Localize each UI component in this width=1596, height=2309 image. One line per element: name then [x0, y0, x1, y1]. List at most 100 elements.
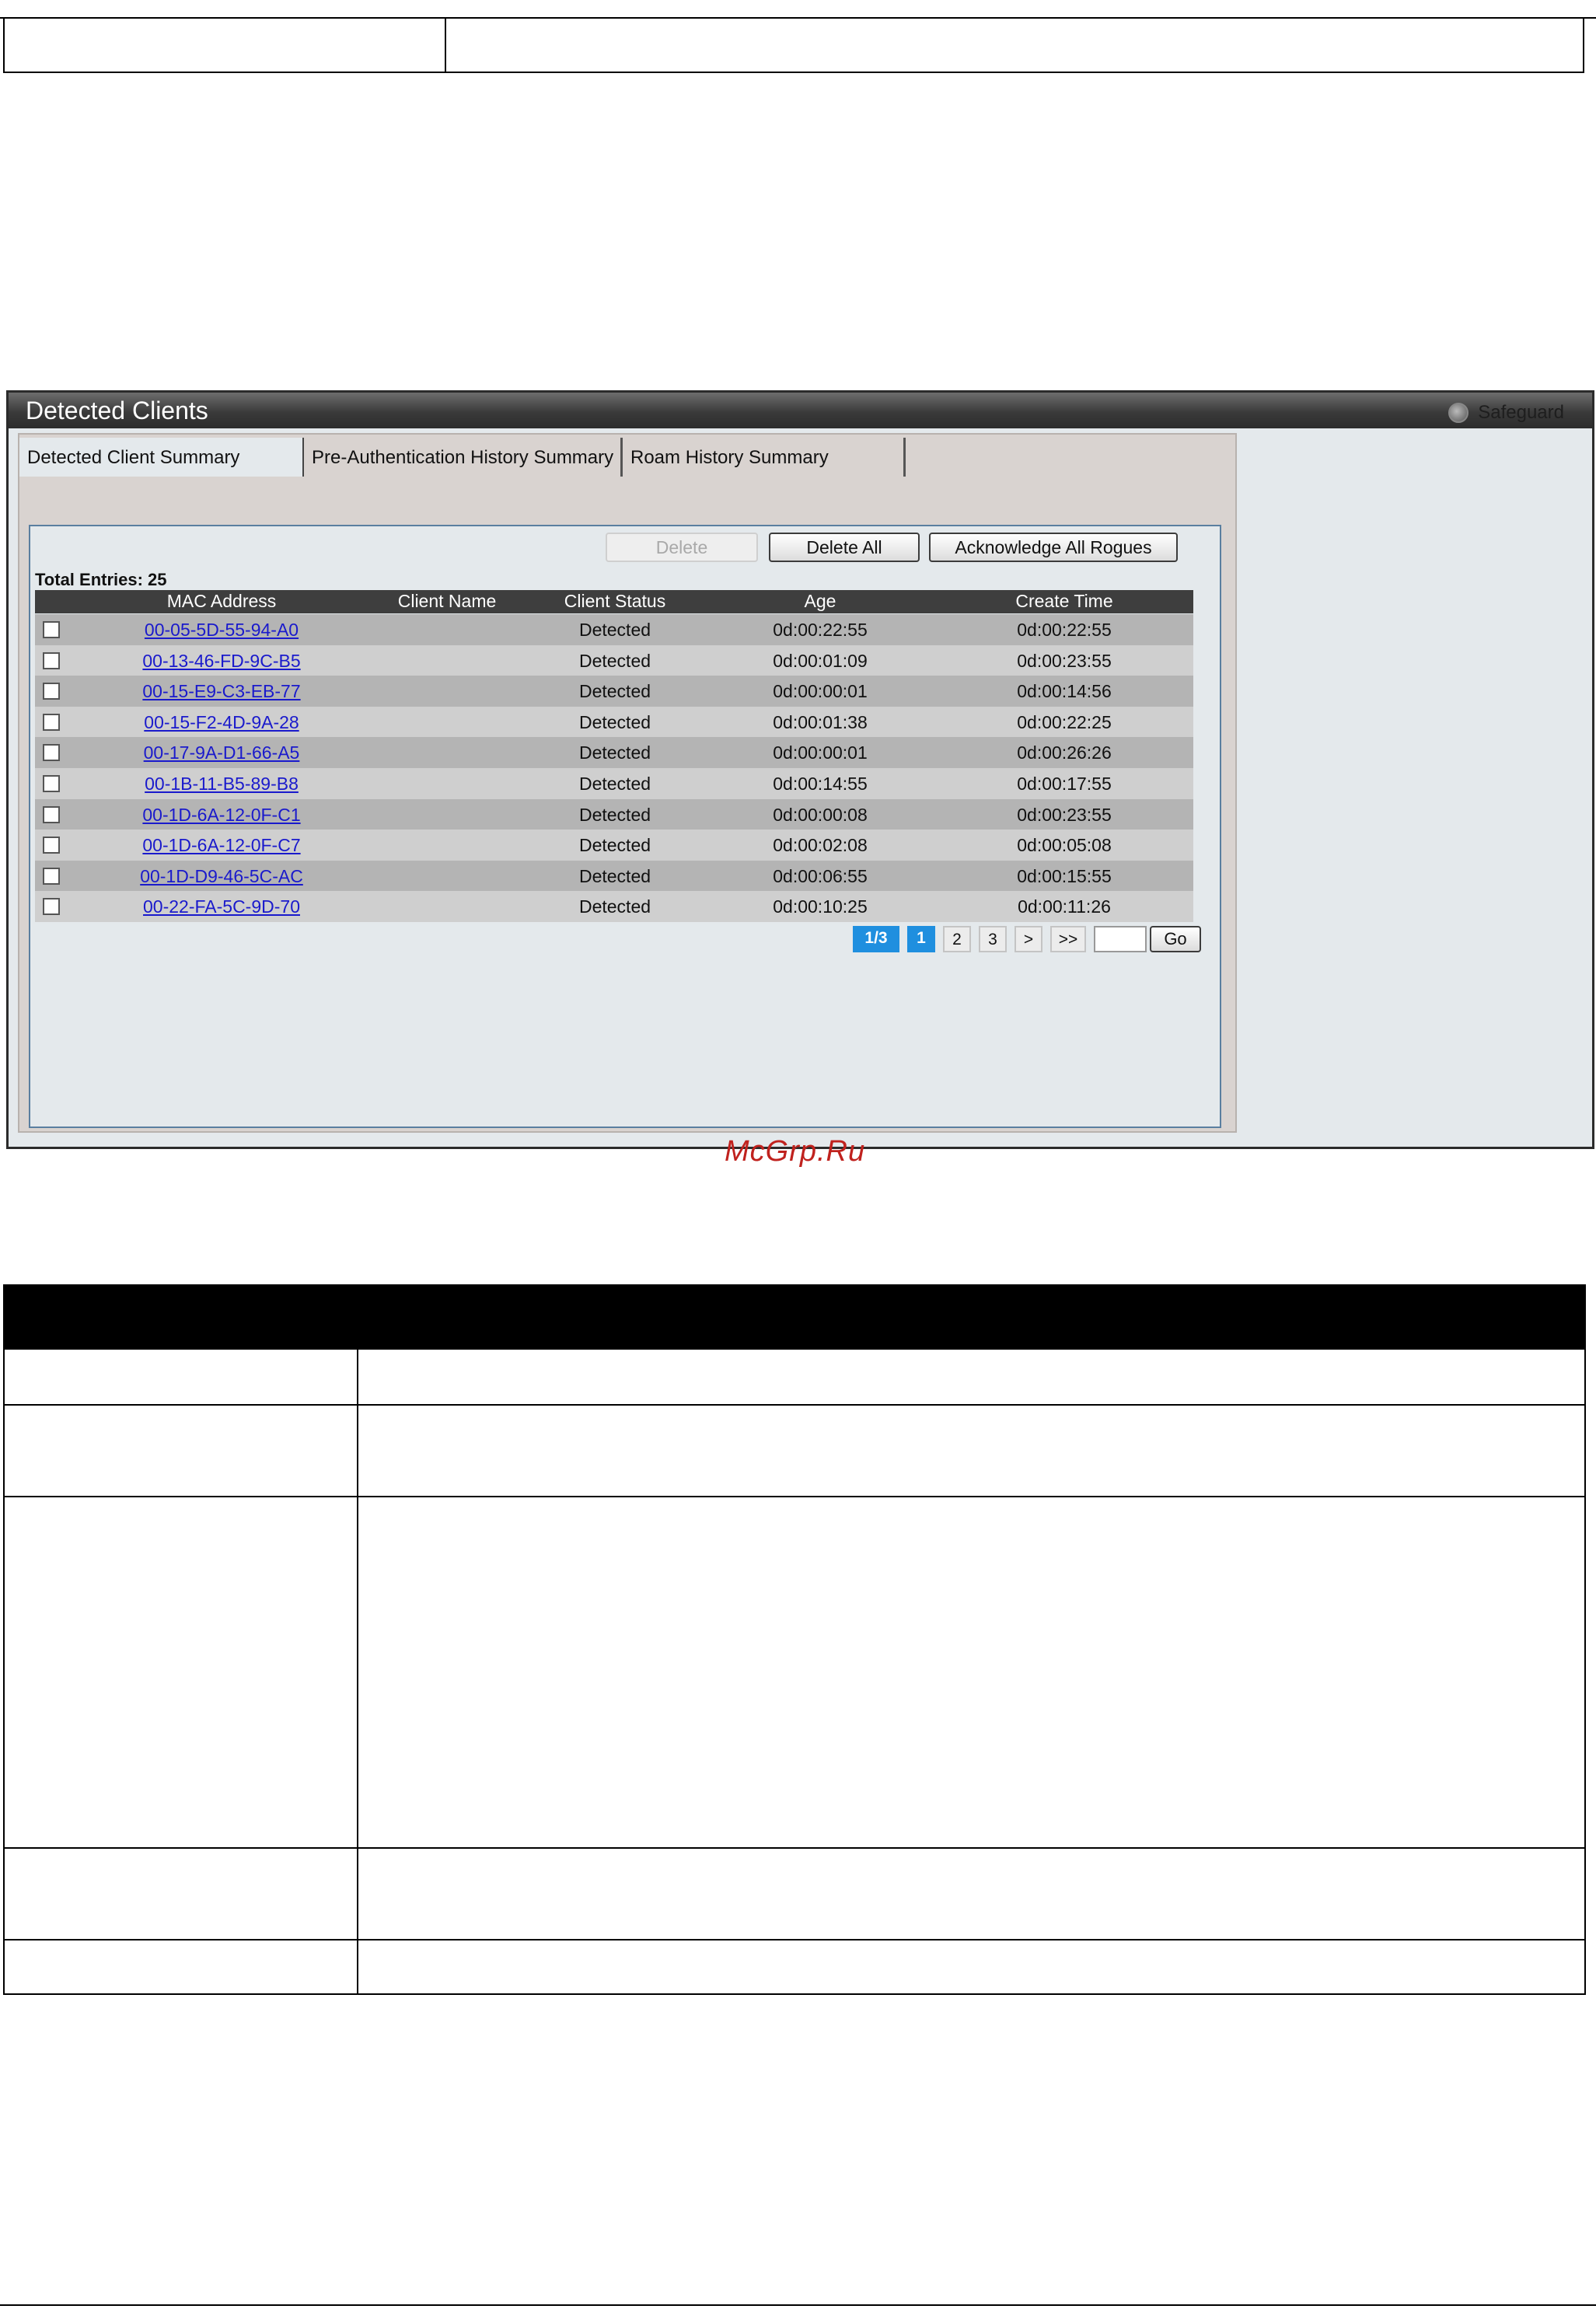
safeguard-icon [1448, 403, 1469, 423]
tab-pre-authentication-history-summary[interactable]: Pre-Authentication History Summary [304, 438, 623, 477]
mac-address-link[interactable]: 00-15-E9-C3-EB-77 [142, 681, 300, 702]
mac-address-link[interactable]: 00-13-46-FD-9C-B5 [142, 651, 300, 672]
client-status-cell: Detected [578, 774, 651, 794]
row-select-checkbox[interactable] [43, 744, 60, 762]
parameter-table-header [5, 1286, 1584, 1350]
create-time-cell: 0d:00:15:55 [1017, 865, 1112, 886]
mac-address-link[interactable]: 00-05-5D-55-94-A0 [145, 620, 299, 641]
age-cell: 0d:00:00:08 [773, 804, 868, 825]
go-button[interactable]: Go [1150, 926, 1201, 952]
create-time-cell: 0d:00:22:55 [1017, 620, 1112, 640]
row-select-checkbox[interactable] [43, 837, 60, 854]
table-header: MAC Address Client Name Client Status Ag… [35, 590, 1193, 613]
bottom-rule [0, 2304, 1596, 2306]
page-1-button[interactable]: 1 [907, 926, 935, 952]
window-title: Detected Clients [26, 396, 208, 424]
table-row: 00-15-F2-4D-9A-28 Detected 0d:00:01:38 0d:0… [35, 706, 1193, 738]
mac-address-link[interactable]: 00-1D-D9-46-5C-AC [140, 866, 303, 887]
next-page-button[interactable]: > [1015, 926, 1042, 952]
row-select-checkbox[interactable] [43, 713, 60, 731]
page-number-input[interactable] [1094, 926, 1147, 952]
age-cell: 0d:00:02:08 [773, 835, 868, 856]
column-header-age[interactable]: Age [805, 591, 836, 612]
parameter-table-row-divider [5, 1939, 1584, 1940]
table-row: 00-17-9A-D1-66-A5 Detected 0d:00:00:01 0d:0… [35, 737, 1193, 769]
mac-address-link[interactable]: 00-15-F2-4D-9A-28 [144, 712, 299, 733]
age-cell: 0d:00:22:55 [773, 620, 868, 640]
tab-detected-client-summary[interactable]: Detected Client Summary [19, 438, 304, 477]
row-select-checkbox[interactable] [43, 683, 60, 700]
acknowledge-all-rogues-button[interactable]: Acknowledge All Rogues [929, 533, 1178, 562]
row-select-checkbox[interactable] [43, 805, 60, 823]
last-page-button[interactable]: >> [1050, 926, 1086, 952]
delete-button[interactable]: Delete [606, 533, 758, 562]
page-3-button[interactable]: 3 [979, 926, 1007, 952]
client-status-cell: Detected [578, 804, 651, 825]
top-table-divider [445, 19, 446, 72]
client-status-cell: Detected [578, 865, 651, 886]
tab-container: Detected Client Summary Pre-Authenticati… [18, 433, 1237, 1133]
detected-clients-window: Detected Clients Safeguard Detected Clie… [6, 390, 1594, 1149]
delete-all-button[interactable]: Delete All [769, 533, 920, 562]
age-cell: 0d:00:01:38 [773, 711, 868, 732]
mac-address-link[interactable]: 00-17-9A-D1-66-A5 [144, 742, 300, 763]
age-cell: 0d:00:14:55 [773, 774, 868, 794]
mac-address-link[interactable]: 00-1D-6A-12-0F-C7 [142, 835, 300, 856]
create-time-cell: 0d:00:05:08 [1017, 835, 1112, 856]
top-empty-table [3, 19, 1584, 73]
tab-roam-history-summary[interactable]: Roam History Summary [623, 438, 906, 477]
age-cell: 0d:00:10:25 [773, 896, 868, 917]
table-row: 00-1D-D9-46-5C-AC Detected 0d:00:06:55 0d:0… [35, 860, 1193, 892]
client-status-cell: Detected [578, 835, 651, 856]
table-row: 00-13-46-FD-9C-B5 Detected 0d:00:01:09 0d:0… [35, 644, 1193, 676]
create-time-cell: 0d:00:11:26 [1018, 896, 1111, 917]
safeguard-indicator: Safeguard [1448, 402, 1564, 424]
create-time-cell: 0d:00:14:56 [1017, 681, 1112, 702]
row-select-checkbox[interactable] [43, 621, 60, 638]
parameter-table-row-divider [5, 1404, 1584, 1406]
window-titlebar: Detected Clients Safeguard [9, 393, 1592, 428]
create-time-cell: 0d:00:22:25 [1017, 711, 1112, 732]
client-status-cell: Detected [578, 896, 651, 917]
client-status-cell: Detected [578, 620, 651, 640]
column-header-mac-address[interactable]: MAC Address [167, 591, 277, 612]
page-indicator: 1/3 [853, 926, 899, 952]
parameter-table-row-divider [5, 1496, 1584, 1497]
parameter-table-column-divider [357, 1350, 358, 1995]
row-select-checkbox[interactable] [43, 651, 60, 669]
table-row: 00-15-E9-C3-EB-77 Detected 0d:00:00:01 0d:0… [35, 676, 1193, 707]
create-time-cell: 0d:00:23:55 [1017, 650, 1112, 671]
tab-content: Delete Delete All Acknowledge All Rogues… [29, 525, 1221, 1128]
create-time-cell: 0d:00:17:55 [1017, 774, 1112, 794]
safeguard-label: Safeguard [1478, 402, 1564, 423]
client-status-cell: Detected [578, 711, 651, 732]
create-time-cell: 0d:00:26:26 [1017, 742, 1112, 763]
table-row: 00-22-FA-5C-9D-70 Detected 0d:00:10:25 0d:0… [35, 891, 1193, 923]
age-cell: 0d:00:00:01 [773, 742, 868, 763]
table-row: 00-1B-11-B5-89-B8 Detected 0d:00:14:55 0d:0… [35, 768, 1193, 799]
watermark-text: McGrp.Ru [725, 1135, 866, 1168]
column-header-create-time[interactable]: Create Time [1015, 591, 1112, 612]
client-status-cell: Detected [578, 681, 651, 702]
row-select-checkbox[interactable] [43, 867, 60, 885]
client-status-cell: Detected [578, 742, 651, 763]
page-2-button[interactable]: 2 [943, 926, 971, 952]
parameter-table-row-divider [5, 1847, 1584, 1849]
age-cell: 0d:00:01:09 [773, 650, 868, 671]
row-select-checkbox[interactable] [43, 775, 60, 792]
age-cell: 0d:00:00:01 [773, 681, 868, 702]
table-row: 00-05-5D-55-94-A0 Detected 0d:00:22:55 0d:0… [35, 614, 1193, 645]
create-time-cell: 0d:00:23:55 [1017, 804, 1112, 825]
total-entries: Total Entries: 25 [35, 570, 167, 589]
parameter-table [3, 1284, 1586, 1995]
table-row: 00-1D-6A-12-0F-C7 Detected 0d:00:02:08 0d:0… [35, 830, 1193, 861]
mac-address-link[interactable]: 00-22-FA-5C-9D-70 [143, 896, 300, 917]
client-status-cell: Detected [578, 650, 651, 671]
column-header-client-status[interactable]: Client Status [564, 591, 665, 612]
table-row: 00-1D-6A-12-0F-C1 Detected 0d:00:00:08 0d:0… [35, 798, 1193, 830]
column-header-client-name[interactable]: Client Name [398, 591, 497, 612]
mac-address-link[interactable]: 00-1D-6A-12-0F-C1 [142, 805, 300, 826]
mac-address-link[interactable]: 00-1B-11-B5-89-B8 [145, 774, 299, 795]
row-select-checkbox[interactable] [43, 898, 60, 916]
age-cell: 0d:00:06:55 [773, 865, 868, 886]
